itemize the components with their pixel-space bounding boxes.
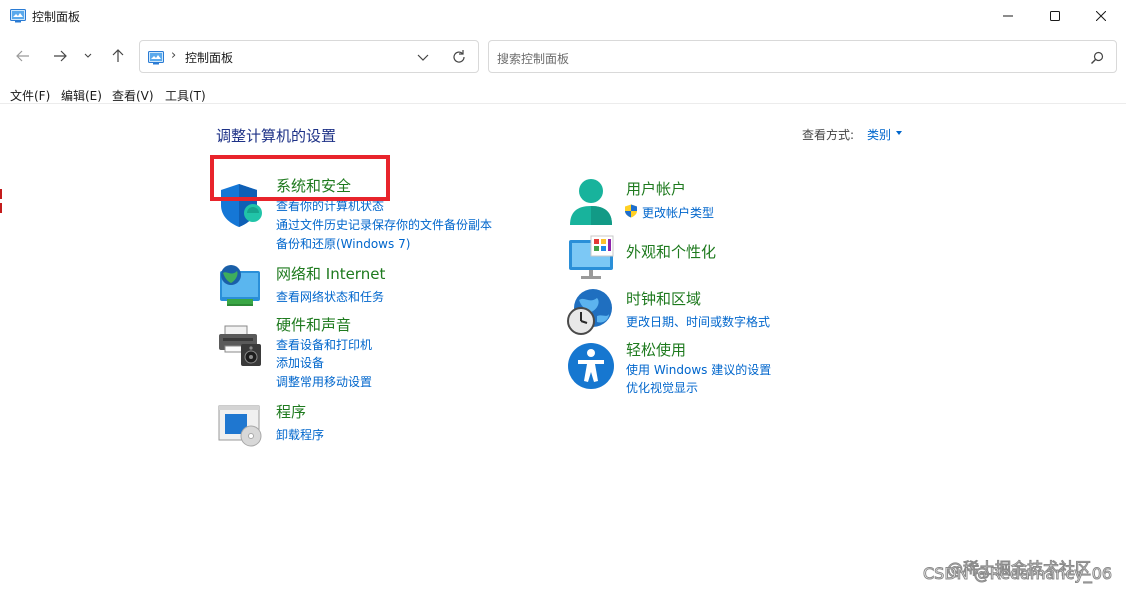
printer-speaker-icon[interactable] bbox=[217, 322, 265, 370]
link-add-device[interactable]: 添加设备 bbox=[276, 354, 324, 371]
main-content: 调整计算机的设置 查看方式: 类别 系统和安全 查看你的计算机状态 通过文件历史… bbox=[0, 104, 1126, 593]
refresh-button[interactable] bbox=[450, 48, 468, 66]
view-by-dropdown[interactable]: 类别 bbox=[867, 126, 891, 143]
chevron-down-icon bbox=[84, 53, 92, 58]
category-title-network-internet[interactable]: 网络和 Internet bbox=[276, 263, 385, 284]
arrow-right-icon bbox=[54, 50, 67, 62]
programs-icon[interactable] bbox=[217, 402, 265, 450]
category-title-programs[interactable]: 程序 bbox=[276, 401, 306, 422]
link-change-date-time-format[interactable]: 更改日期、时间或数字格式 bbox=[626, 313, 770, 330]
link-recommended-settings[interactable]: 使用 Windows 建议的设置 bbox=[626, 361, 771, 378]
up-button[interactable] bbox=[106, 44, 130, 68]
search-box[interactable]: 搜索控制面板 bbox=[488, 40, 1117, 73]
refresh-icon bbox=[453, 50, 465, 63]
forward-button[interactable] bbox=[48, 44, 72, 68]
control-panel-icon bbox=[148, 50, 164, 65]
close-button[interactable] bbox=[1078, 0, 1124, 32]
menu-file[interactable]: 文件(F) bbox=[10, 87, 50, 104]
window-title: 控制面板 bbox=[32, 10, 81, 24]
maximize-button[interactable] bbox=[1032, 0, 1078, 32]
uac-shield-icon bbox=[624, 204, 638, 221]
title-bar: 控制面板 bbox=[0, 0, 1126, 32]
minimize-button[interactable] bbox=[985, 0, 1031, 32]
watermark-csdn: CSDN @Redamancy_06 bbox=[922, 564, 1113, 584]
category-title-clock-region[interactable]: 时钟和区域 bbox=[626, 288, 701, 309]
category-title-appearance[interactable]: 外观和个性化 bbox=[626, 241, 716, 262]
monitor-palette-icon[interactable] bbox=[567, 234, 615, 282]
recent-locations-button[interactable] bbox=[78, 44, 98, 68]
menu-edit[interactable]: 编辑(E) bbox=[61, 87, 102, 104]
link-backup-restore[interactable]: 备份和还原(Windows 7) bbox=[276, 235, 410, 252]
edge-marker bbox=[0, 203, 2, 213]
menu-tools[interactable]: 工具(T) bbox=[165, 87, 206, 104]
page-title: 调整计算机的设置 bbox=[216, 127, 337, 145]
control-panel-icon bbox=[10, 8, 26, 23]
chevron-down-icon bbox=[417, 54, 429, 61]
network-globe-icon[interactable] bbox=[217, 261, 265, 309]
search-icon[interactable] bbox=[1090, 50, 1104, 64]
link-devices-printers[interactable]: 查看设备和打印机 bbox=[276, 336, 372, 353]
user-account-icon[interactable] bbox=[567, 178, 615, 226]
menu-bar: 文件(F) 编辑(E) 查看(V) 工具(T) bbox=[0, 84, 1126, 104]
breadcrumb-separator: › bbox=[171, 48, 177, 63]
highlight-annotation-box bbox=[210, 155, 390, 201]
clock-globe-icon[interactable] bbox=[567, 288, 615, 336]
link-change-account-type[interactable]: 更改帐户类型 bbox=[642, 204, 714, 221]
caret-down-icon[interactable] bbox=[896, 131, 902, 135]
view-by-label: 查看方式: bbox=[802, 128, 855, 142]
edge-marker bbox=[0, 189, 2, 199]
category-title-ease-of-access[interactable]: 轻松使用 bbox=[626, 339, 686, 360]
link-uninstall-program[interactable]: 卸载程序 bbox=[276, 426, 324, 443]
back-button[interactable] bbox=[11, 44, 35, 68]
category-title-hardware-sound[interactable]: 硬件和声音 bbox=[276, 314, 351, 335]
link-network-status[interactable]: 查看网络状态和任务 bbox=[276, 288, 384, 305]
link-optimize-visual-display[interactable]: 优化视觉显示 bbox=[626, 379, 698, 396]
accessibility-icon[interactable] bbox=[567, 342, 615, 390]
category-title-user-accounts[interactable]: 用户帐户 bbox=[626, 178, 686, 199]
breadcrumb-control-panel[interactable]: 控制面板 bbox=[185, 49, 233, 66]
link-mobility-settings[interactable]: 调整常用移动设置 bbox=[276, 373, 372, 390]
arrow-up-icon bbox=[112, 49, 124, 62]
address-dropdown-button[interactable] bbox=[414, 48, 432, 66]
link-file-history[interactable]: 通过文件历史记录保存你的文件备份副本 bbox=[276, 216, 492, 233]
arrow-left-icon bbox=[16, 50, 29, 62]
menu-view[interactable]: 查看(V) bbox=[112, 87, 154, 104]
address-bar[interactable]: › 控制面板 bbox=[139, 40, 479, 73]
search-input[interactable]: 搜索控制面板 bbox=[497, 50, 569, 67]
